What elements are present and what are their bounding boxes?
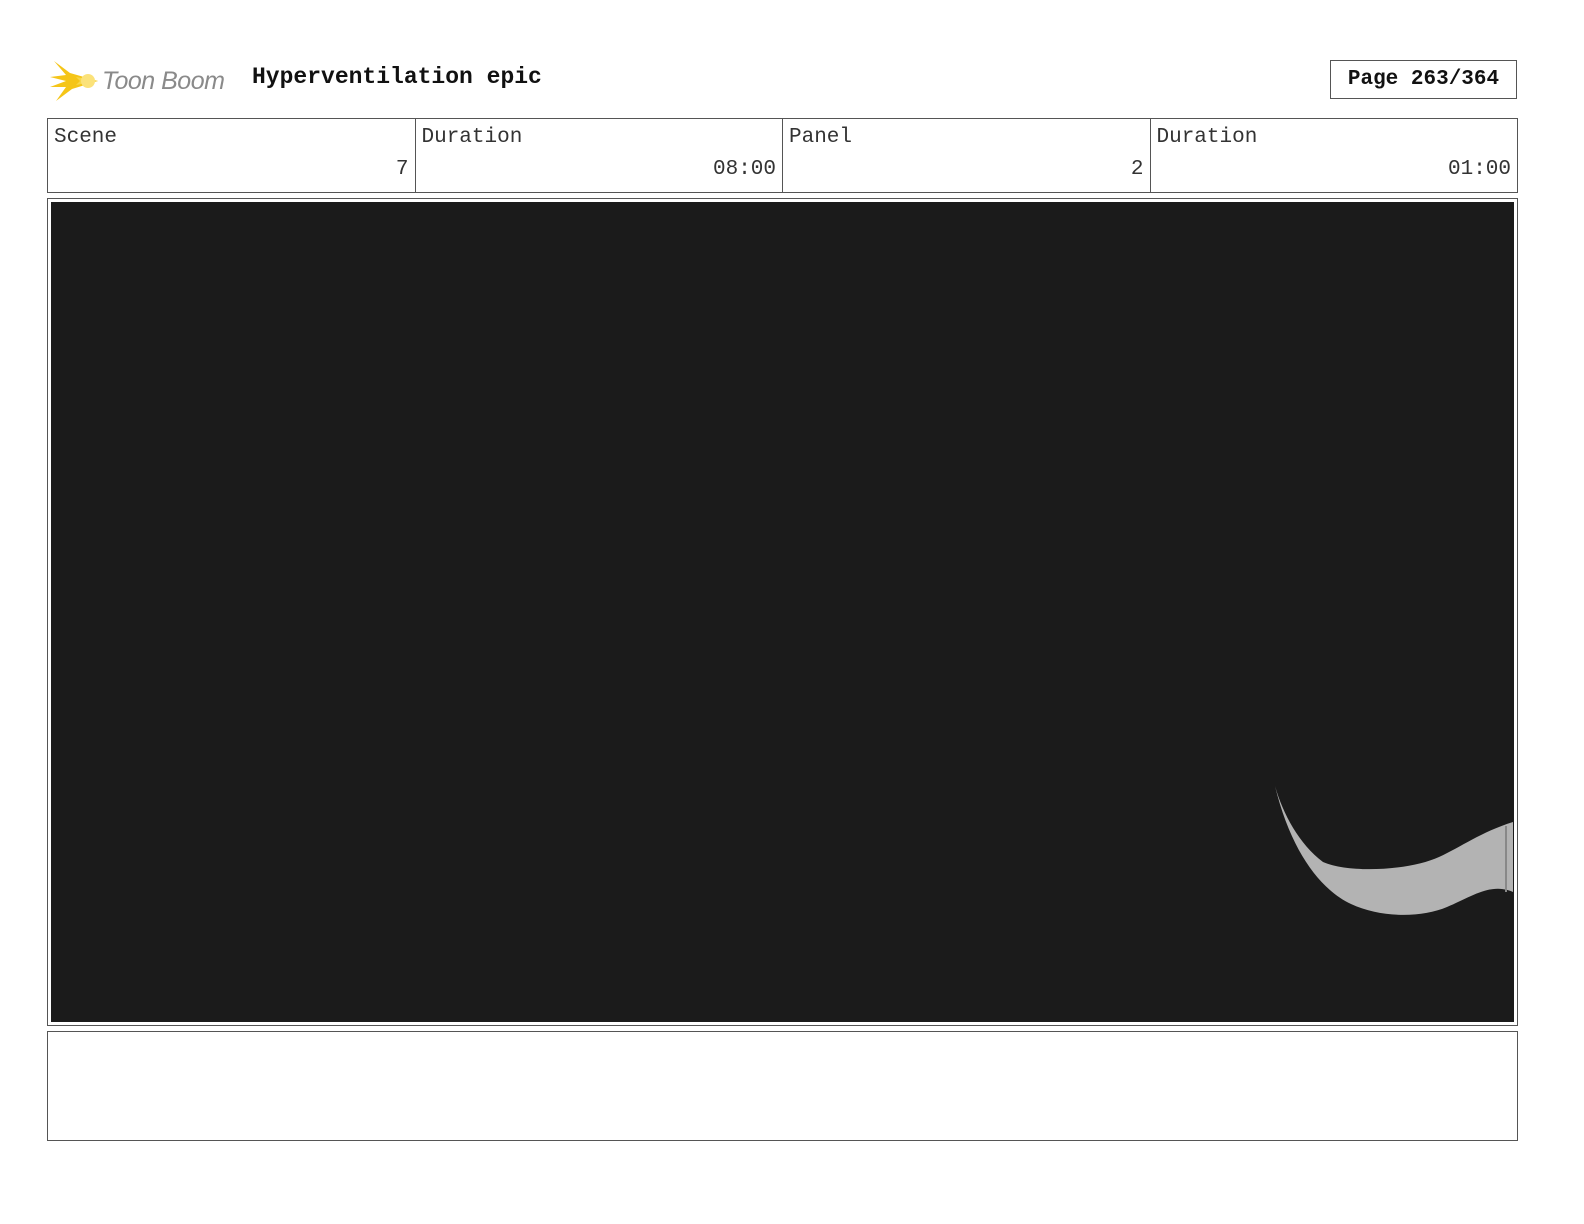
logo-text: Toon Boom xyxy=(102,66,225,95)
panel-value: 2 xyxy=(1130,158,1144,181)
panel-duration-value: 01:00 xyxy=(1447,158,1511,181)
scene-duration-label: Duration xyxy=(421,126,523,149)
scene-value: 7 xyxy=(395,158,409,181)
scene-duration-value: 08:00 xyxy=(712,158,776,181)
flame-icon xyxy=(50,61,98,101)
scene-duration-cell: Duration 08:00 xyxy=(416,119,783,192)
project-title: Hyperventilation epic xyxy=(252,64,542,90)
scene-label: Scene xyxy=(54,126,118,149)
toon-boom-logo: Toon Boom xyxy=(50,55,240,107)
panel-drawing xyxy=(51,202,1514,1022)
storyboard-panel-image xyxy=(51,202,1514,1022)
page-number: Page 263/364 xyxy=(1330,60,1517,99)
scene-info-table: Scene 7 Duration 08:00 Panel 2 Duration … xyxy=(47,118,1518,193)
storyboard-panel-frame xyxy=(47,198,1518,1026)
panel-duration-label: Duration xyxy=(1156,126,1258,149)
panel-label: Panel xyxy=(789,126,853,149)
panel-notes-box xyxy=(47,1031,1518,1141)
panel-duration-cell: Duration 01:00 xyxy=(1151,119,1518,192)
scene-cell: Scene 7 xyxy=(48,119,416,192)
panel-cell: Panel 2 xyxy=(783,119,1151,192)
panel-background xyxy=(51,202,1514,1022)
